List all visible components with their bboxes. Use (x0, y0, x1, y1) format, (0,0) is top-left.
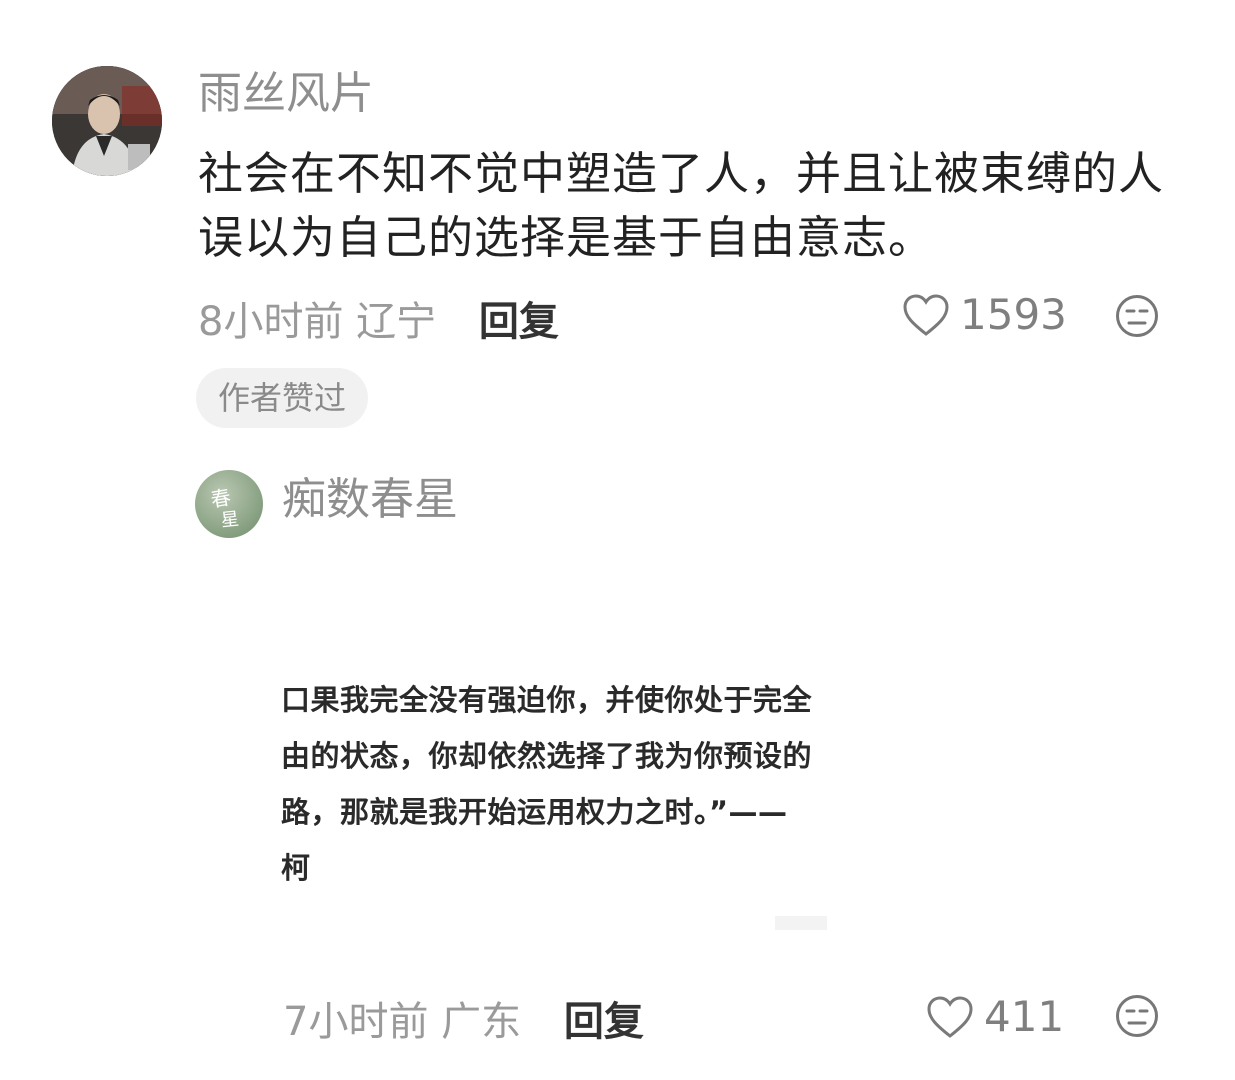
comment-time: 8小时前 (198, 299, 344, 345)
image-text-line: 柯 (281, 851, 311, 885)
comment-location: 辽宁 (356, 299, 437, 345)
reaction-button[interactable] (1115, 294, 1159, 338)
like-button[interactable]: 411 (926, 995, 1064, 1039)
comment-image[interactable]: 口果我完全没有强迫你，并使你处于完全 由的状态，你却依然选择了我为你预设的 路，… (281, 672, 833, 962)
reaction-button[interactable] (1115, 994, 1159, 1038)
heart-outline-icon (903, 294, 949, 336)
neutral-face-icon (1116, 995, 1158, 1037)
comment-meta: 7小时前 广东 回复 (283, 1002, 644, 1042)
avatar-calligraphy: 春 星 (209, 485, 240, 532)
image-text-line: 口果我完全没有强迫你，并使你处于完全 (281, 683, 813, 717)
reply-button[interactable]: 回复 (564, 999, 644, 1045)
comment-time: 7小时前 (283, 999, 429, 1045)
like-count: 1593 (960, 290, 1067, 339)
like-count: 411 (984, 992, 1065, 1041)
user-avatar[interactable]: 春 星 (195, 470, 263, 538)
user-avatar[interactable] (52, 66, 162, 176)
image-text-line: 由的状态，你却依然选择了我为你预设的 (281, 739, 813, 773)
comment-meta: 8小时前 辽宁 回复 (198, 302, 559, 342)
like-button[interactable]: 1593 (902, 293, 1067, 337)
comment-username[interactable]: 痴数春星 (282, 478, 458, 522)
author-liked-badge: 作者赞过 (196, 368, 369, 428)
comment-location: 广东 (441, 999, 522, 1045)
avatar-photo (52, 66, 162, 176)
comment-text: 社会在不知不觉中塑造了人，并且让被束缚的人误以为自己的选择是基于自由意志。 (198, 147, 1165, 264)
neutral-face-icon (1116, 295, 1158, 337)
comment-username[interactable]: 雨丝风片 (198, 72, 374, 116)
image-watermark (775, 916, 827, 930)
heart-outline-icon (927, 996, 973, 1038)
svg-text:星: 星 (220, 509, 240, 532)
svg-text:春: 春 (209, 485, 233, 512)
reply-button[interactable]: 回复 (479, 299, 559, 345)
image-text-line: 路，那就是我开始运用权力之时。”—— (281, 795, 788, 829)
